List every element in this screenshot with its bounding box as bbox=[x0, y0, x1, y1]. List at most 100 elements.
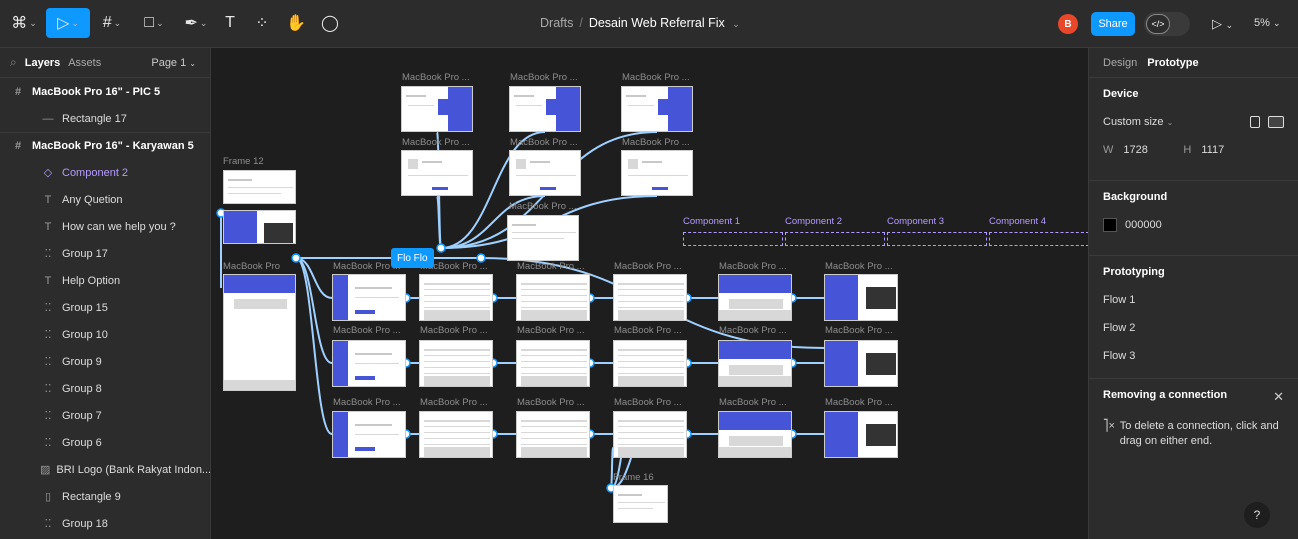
frame-thumbnail[interactable] bbox=[332, 274, 406, 321]
frame-thumbnail[interactable] bbox=[332, 340, 406, 387]
frame-thumbnail[interactable] bbox=[613, 485, 668, 523]
layer-row[interactable]: ⁚⁚ Group 6 bbox=[0, 429, 210, 456]
frame-label[interactable]: MacBook Pro ... bbox=[517, 261, 585, 272]
frame-label[interactable]: MacBook Pro ... bbox=[719, 261, 787, 272]
frame-thumbnail[interactable] bbox=[516, 340, 590, 387]
frame-thumbnail[interactable] bbox=[824, 411, 898, 458]
frame-label[interactable]: MacBook Pro ... bbox=[420, 325, 488, 336]
chevron-down-icon[interactable]: ⌄ bbox=[732, 19, 740, 29]
text-tool-button[interactable]: T bbox=[220, 8, 240, 38]
frame-thumbnail[interactable] bbox=[718, 274, 792, 321]
hand-tool-button[interactable]: ✋ bbox=[284, 8, 308, 38]
design-canvas[interactable]: MacBook Pro ... MacBook Pro ... MacBook Pr… bbox=[211, 48, 1088, 539]
user-avatar[interactable]: B bbox=[1058, 14, 1078, 34]
zoom-menu[interactable]: 5% ⌄ bbox=[1254, 17, 1281, 29]
frame-thumbnail[interactable] bbox=[507, 215, 579, 261]
layer-row[interactable]: ▯ Rectangle 9 bbox=[0, 483, 210, 510]
portrait-icon[interactable] bbox=[1250, 116, 1260, 128]
background-row[interactable]: 000000 bbox=[1103, 217, 1284, 233]
tab-design[interactable]: Design bbox=[1103, 57, 1137, 69]
frame-thumbnail[interactable] bbox=[613, 340, 687, 387]
frame-thumbnail[interactable] bbox=[621, 86, 693, 132]
file-name[interactable]: Desain Web Referral Fix bbox=[589, 16, 725, 30]
frame-label[interactable]: MacBook Pro ... bbox=[517, 397, 585, 408]
frame-label[interactable]: Component 3 bbox=[887, 216, 944, 227]
frame-thumbnail[interactable] bbox=[718, 411, 792, 458]
connection-node[interactable] bbox=[291, 253, 301, 263]
shape-tool-button[interactable]: □ ⌄ bbox=[136, 8, 172, 38]
frame-label[interactable]: Frame 16 bbox=[613, 472, 654, 483]
share-button[interactable]: Share bbox=[1091, 12, 1135, 36]
dev-mode-toggle[interactable]: </> bbox=[1144, 12, 1190, 36]
frame-thumbnail[interactable] bbox=[509, 86, 581, 132]
frame-thumbnail[interactable] bbox=[509, 150, 581, 196]
help-button[interactable]: ? bbox=[1244, 502, 1270, 528]
frame-thumbnail[interactable] bbox=[621, 150, 693, 196]
frame-thumbnail[interactable] bbox=[613, 274, 687, 321]
frame-label[interactable]: MacBook Pro ... bbox=[420, 397, 488, 408]
frame-label[interactable]: MacBook Pro ... bbox=[825, 397, 893, 408]
comment-tool-button[interactable]: ◯ bbox=[318, 8, 342, 38]
frame-label[interactable]: MacBook Pro ... bbox=[402, 137, 470, 148]
layer-row[interactable]: ⁚⁚ Group 10 bbox=[0, 321, 210, 348]
layer-row[interactable]: — Rectangle 17 bbox=[0, 105, 210, 132]
frame-thumbnail[interactable] bbox=[419, 411, 493, 458]
layer-row[interactable]: T Help Option bbox=[0, 267, 210, 294]
frame-label[interactable]: Component 2 bbox=[785, 216, 842, 227]
layer-row[interactable]: T Any Quetion bbox=[0, 186, 210, 213]
layer-row[interactable]: ⁚⁚ Group 15 bbox=[0, 294, 210, 321]
component-instance[interactable] bbox=[989, 232, 1088, 246]
component-instance[interactable] bbox=[683, 232, 783, 246]
frame-thumbnail[interactable] bbox=[613, 411, 687, 458]
frame-thumbnail[interactable] bbox=[332, 411, 406, 458]
layer-row[interactable]: ⁚⁚ Group 7 bbox=[0, 402, 210, 429]
move-tool-button[interactable]: ▷ ⌄ bbox=[46, 8, 90, 38]
layer-row[interactable]: ⁚⁚ Group 18 bbox=[0, 510, 210, 537]
device-size-select[interactable]: Custom size ⌄ bbox=[1103, 116, 1173, 128]
frame-thumbnail[interactable] bbox=[401, 86, 473, 132]
connection-line[interactable] bbox=[295, 257, 333, 435]
frame-thumbnail[interactable] bbox=[718, 340, 792, 387]
flow-item[interactable]: Flow 3 bbox=[1103, 348, 1284, 364]
layer-row[interactable]: ⁚⁚ Group 9 bbox=[0, 348, 210, 375]
search-icon[interactable]: ⌕ bbox=[10, 55, 17, 70]
frame-label[interactable]: MacBook Pro ... bbox=[614, 325, 682, 336]
flow-item[interactable]: Flow 1 bbox=[1103, 292, 1284, 308]
layer-row[interactable]: ⁚⁚ Group 8 bbox=[0, 375, 210, 402]
layer-row[interactable]: ◇ Component 2 bbox=[0, 159, 210, 186]
frame-label[interactable]: MacBook Pro ... bbox=[333, 397, 401, 408]
tab-prototype[interactable]: Prototype bbox=[1147, 57, 1198, 69]
frame-label[interactable]: MacBook Pro ... bbox=[719, 397, 787, 408]
flow-starting-point[interactable]: Flo Flo bbox=[391, 248, 434, 268]
frame-thumbnail[interactable] bbox=[824, 274, 898, 321]
connection-node[interactable] bbox=[436, 243, 446, 253]
frame-thumbnail[interactable] bbox=[401, 150, 473, 196]
frame-thumbnail[interactable] bbox=[223, 274, 296, 391]
close-icon[interactable]: ✕ bbox=[1273, 389, 1284, 405]
frame-label[interactable]: MacBook Pro ... bbox=[825, 261, 893, 272]
tab-layers[interactable]: Layers bbox=[25, 57, 60, 69]
layer-frame-row[interactable]: # MacBook Pro 16" - PIC 5 bbox=[0, 78, 210, 105]
main-menu-button[interactable]: ⌘ ⌄ bbox=[6, 8, 42, 38]
frame-thumbnail[interactable] bbox=[223, 210, 296, 244]
background-hex[interactable]: 000000 bbox=[1125, 219, 1162, 231]
frame-label[interactable]: MacBook Pro ... bbox=[719, 325, 787, 336]
component-instance[interactable] bbox=[785, 232, 885, 246]
color-swatch[interactable] bbox=[1103, 218, 1117, 232]
frame-thumbnail[interactable] bbox=[223, 170, 296, 204]
tab-assets[interactable]: Assets bbox=[68, 57, 101, 69]
layer-row[interactable]: ⁚⁚ Group 17 bbox=[0, 240, 210, 267]
page-selector[interactable]: Page 1 ⌄ bbox=[151, 57, 196, 69]
frame-label[interactable]: MacBook Pro ... bbox=[622, 72, 690, 83]
landscape-icon[interactable] bbox=[1268, 116, 1284, 128]
flow-item[interactable]: Flow 2 bbox=[1103, 320, 1284, 336]
frame-thumbnail[interactable] bbox=[516, 411, 590, 458]
frame-thumbnail[interactable] bbox=[824, 340, 898, 387]
frame-label[interactable]: MacBook Pro ... bbox=[517, 325, 585, 336]
present-button[interactable]: ▷ ⌄ bbox=[1212, 16, 1233, 32]
frame-label[interactable]: MacBook Pro ... bbox=[510, 72, 578, 83]
layer-frame-row[interactable]: # MacBook Pro 16" - Karyawan 5 bbox=[0, 132, 210, 159]
frame-label[interactable]: Component 4 bbox=[989, 216, 1046, 227]
frame-label[interactable]: MacBook Pro ... bbox=[614, 397, 682, 408]
frame-label[interactable]: MacBook Pro ... bbox=[614, 261, 682, 272]
